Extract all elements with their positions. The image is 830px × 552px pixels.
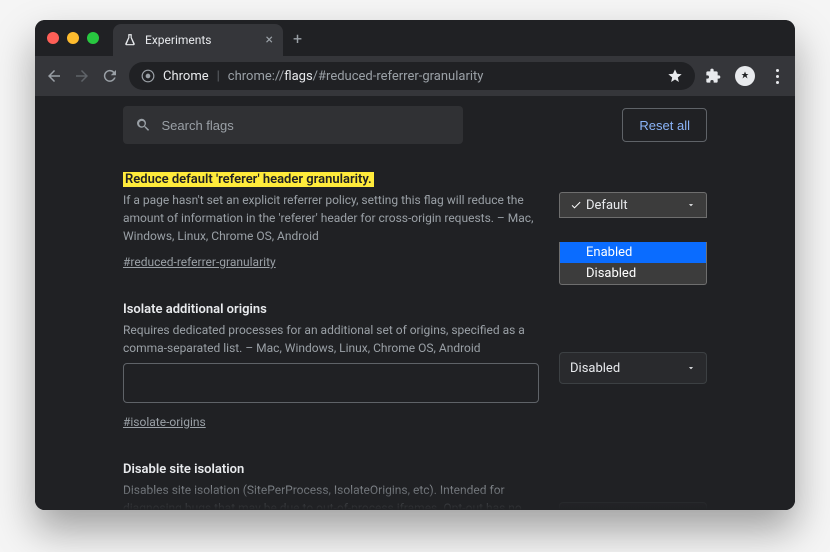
maximize-window-button[interactable] [87, 32, 99, 44]
chrome-icon [141, 69, 155, 83]
chevron-down-icon [686, 363, 696, 373]
flag-anchor-link[interactable]: #isolate-origins [123, 415, 206, 429]
flag-select[interactable]: Default [559, 192, 707, 218]
forward-button[interactable] [73, 67, 91, 85]
flag-row: Disable site isolation Disables site iso… [123, 458, 707, 510]
flag-title: Isolate additional origins [123, 302, 267, 317]
extensions-icon[interactable] [705, 68, 721, 84]
search-input[interactable] [161, 118, 451, 133]
flag-select[interactable]: Default [559, 502, 707, 510]
new-tab-button[interactable]: + [293, 29, 302, 48]
address-url: chrome://flags/#reduced-referrer-granula… [228, 69, 484, 84]
browser-window: Experiments × + Chrome | chrome://flags/… [35, 20, 795, 510]
flag-text-input[interactable] [123, 363, 539, 403]
reload-button[interactable] [101, 67, 119, 85]
browser-tab[interactable]: Experiments × [113, 24, 283, 56]
reset-all-button[interactable]: Reset all [622, 108, 707, 142]
minimize-window-button[interactable] [67, 32, 79, 44]
flag-anchor-link[interactable]: #reduced-referrer-granularity [123, 255, 276, 269]
flags-page: Reset all Reduce default 'referer' heade… [35, 96, 795, 510]
close-tab-icon[interactable]: × [266, 33, 273, 47]
search-icon [135, 116, 151, 134]
address-origin-label: Chrome [163, 69, 209, 84]
search-flags-box[interactable] [123, 106, 463, 144]
menu-button[interactable] [769, 69, 785, 84]
titlebar: Experiments × + [35, 20, 795, 56]
profile-icon[interactable] [735, 66, 755, 86]
flag-option-enabled[interactable]: Enabled [560, 242, 706, 263]
flag-select[interactable]: Disabled [559, 352, 707, 384]
toolbar: Chrome | chrome://flags/#reduced-referre… [35, 56, 795, 96]
flag-select-dropdown: Enabled Disabled [559, 242, 707, 285]
check-icon [570, 199, 582, 211]
chevron-down-icon [686, 200, 696, 210]
flag-title: Disable site isolation [123, 462, 244, 477]
close-window-button[interactable] [47, 32, 59, 44]
tab-title: Experiments [145, 33, 212, 47]
flask-icon [123, 33, 137, 47]
flag-option-disabled[interactable]: Disabled [560, 263, 706, 284]
flag-description: Requires dedicated processes for an addi… [123, 321, 539, 357]
flag-row: Isolate additional origins Requires dedi… [123, 298, 707, 430]
back-button[interactable] [45, 67, 63, 85]
flag-title: Reduce default 'referer' header granular… [123, 172, 374, 187]
flag-row: Reduce default 'referer' header granular… [123, 168, 707, 270]
bookmark-star-icon[interactable] [667, 68, 683, 84]
window-controls [47, 32, 99, 44]
address-bar[interactable]: Chrome | chrome://flags/#reduced-referre… [129, 62, 695, 90]
toolbar-right [705, 66, 785, 86]
flag-description: Disables site isolation (SitePerProcess,… [123, 481, 539, 510]
flag-description: If a page hasn't set an explicit referre… [123, 191, 539, 245]
address-separator: | [217, 69, 220, 84]
